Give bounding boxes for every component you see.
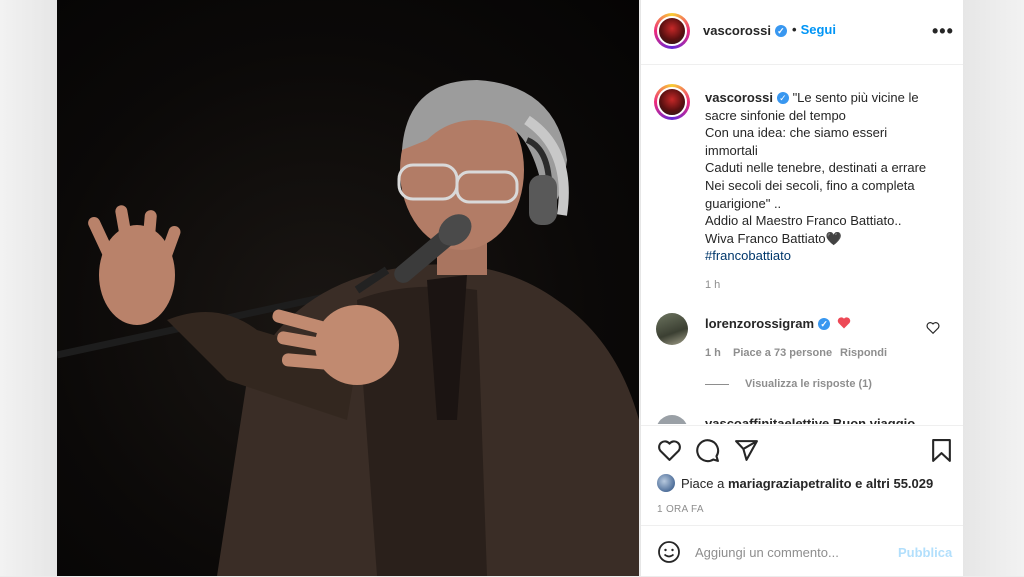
verified-badge-icon: ✓: [774, 25, 787, 37]
author-avatar[interactable]: [654, 13, 690, 49]
verified-badge-icon: ✓: [818, 318, 831, 330]
caption-line: Caduti nelle tenebre, destinati a errare: [705, 160, 927, 176]
comment-input[interactable]: Aggiungi un commento...: [695, 545, 839, 560]
caption-text: vascorossi ✓ "Le sento più vicine le sacr…: [705, 89, 935, 265]
caption-line: Nei secoli dei secoli, fino a completa: [705, 177, 915, 193]
comment-like-icon[interactable]: [926, 321, 940, 335]
emoji-icon[interactable]: [657, 540, 681, 564]
view-replies-button[interactable]: Visualizza le risposte (1): [705, 378, 872, 390]
left-margin: [0, 0, 57, 576]
heart-icon[interactable]: [657, 438, 682, 463]
commenter-username[interactable]: lorenzorossigram: [705, 316, 814, 331]
caption-line: Con una idea: che siamo esseri: [705, 125, 888, 141]
next-comment-peek: vascoaffinitaelettive Buon viaggio: [705, 416, 916, 424]
comment-likes[interactable]: Piace a 73 persone: [733, 347, 832, 359]
caption-username[interactable]: vascorossi: [705, 90, 773, 105]
comment-time[interactable]: 1 h: [705, 347, 721, 359]
author-username-text[interactable]: vascorossi: [703, 23, 771, 38]
replies-divider: [705, 383, 729, 385]
verified-badge-icon: ✓: [776, 92, 789, 104]
likes-prefix: Piace a: [681, 476, 725, 491]
comment-icon[interactable]: [695, 438, 720, 463]
more-icon[interactable]: •••: [932, 21, 954, 42]
likes-summary[interactable]: Piace a mariagraziapetralito e altri 55.…: [657, 474, 933, 492]
add-comment-bar: Aggiungi un commento... Pubblica: [641, 525, 963, 577]
commenter-avatar[interactable]: [656, 313, 688, 345]
caption-line: Addio al Maestro Franco Battiato..: [705, 213, 902, 229]
right-margin: [962, 0, 1024, 576]
caption-line: immortali: [705, 142, 758, 158]
view-replies-label[interactable]: Visualizza le risposte (1): [745, 378, 872, 390]
send-icon[interactable]: [734, 438, 759, 463]
follow-button[interactable]: • Segui: [792, 22, 836, 37]
publish-button[interactable]: Pubblica: [898, 545, 952, 560]
singer-photo-illustration: [57, 80, 639, 576]
caption-line: Wiva Franco Battiato🖤: [705, 230, 842, 246]
post-date[interactable]: 1 ORA FA: [657, 504, 704, 515]
red-heart-emoji-icon: [837, 317, 850, 329]
caption-line: sacre sinfonie del tempo: [705, 107, 846, 123]
caption-line: "Le sento più vicine le: [792, 90, 919, 105]
author-username[interactable]: vascorossi ✓: [703, 23, 787, 38]
post-detail-panel: vascorossi ✓ • Segui ••• vascorossi ✓ "Le s…: [640, 0, 963, 576]
hashtag-link[interactable]: #francobattiato: [705, 247, 935, 265]
separator-dot: •: [792, 22, 797, 37]
next-commenter-avatar[interactable]: [656, 415, 688, 424]
likes-count[interactable]: e altri 55.029: [855, 476, 933, 491]
caption-time[interactable]: 1 h: [705, 279, 720, 291]
post-photo[interactable]: [57, 0, 639, 576]
liker-username[interactable]: mariagraziapetralito: [728, 476, 852, 491]
liker-avatar[interactable]: [657, 474, 675, 492]
post-header: vascorossi ✓ • Segui •••: [641, 0, 963, 65]
follow-label[interactable]: Segui: [801, 22, 836, 37]
caption-line: guarigione" ..: [705, 195, 782, 211]
actions-divider: [641, 425, 963, 426]
caption-avatar[interactable]: [654, 84, 690, 120]
bookmark-icon[interactable]: [929, 438, 954, 463]
reply-button[interactable]: Rispondi: [840, 347, 887, 359]
comment-row: lorenzorossigram ✓: [705, 316, 851, 331]
